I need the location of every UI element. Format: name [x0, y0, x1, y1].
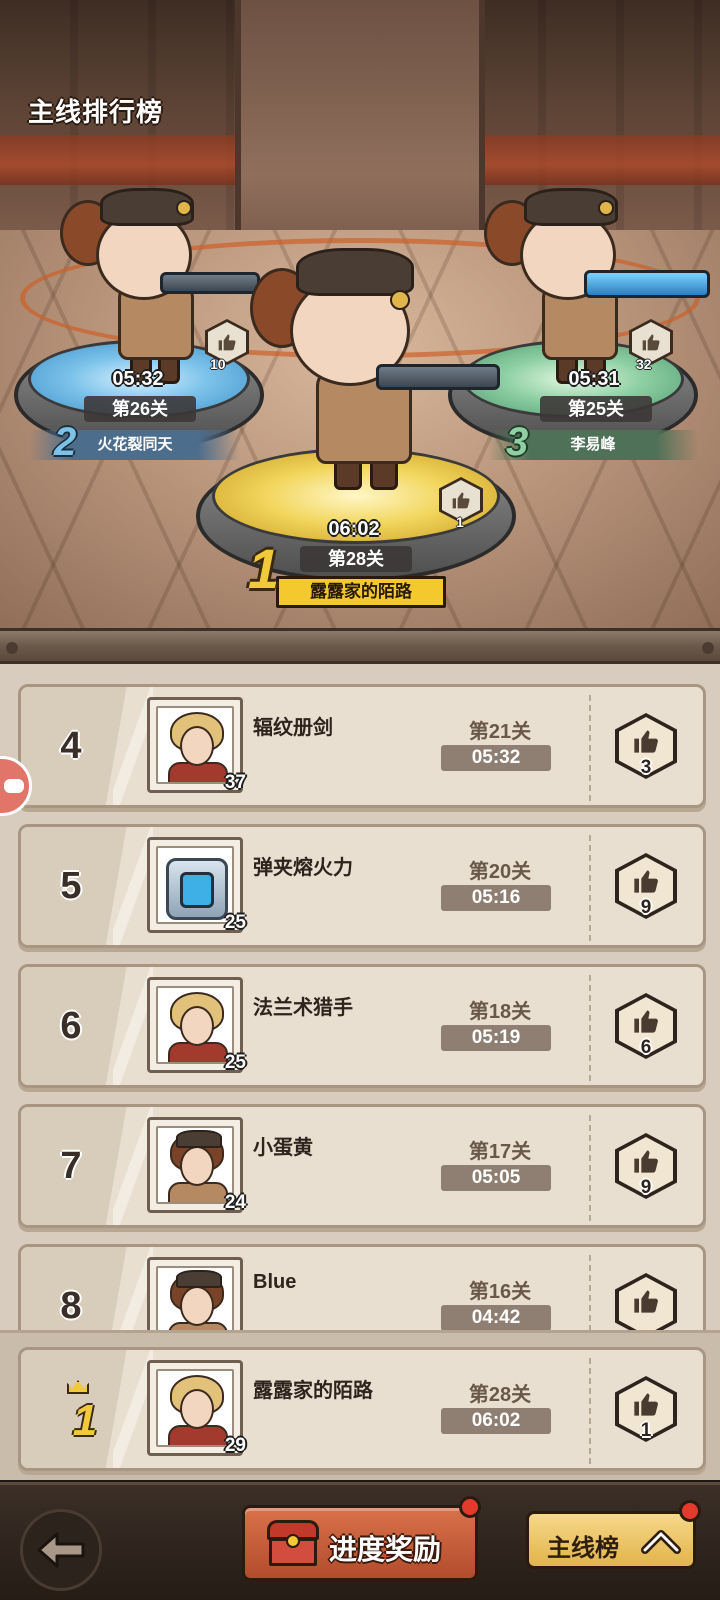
like-button[interactable]: 1 — [615, 1376, 677, 1442]
avatar[interactable]: 24 — [147, 1117, 246, 1213]
notification-dot — [459, 1496, 481, 1518]
rank-number: 8 — [60, 1285, 82, 1327]
rank-number: 7 — [60, 1145, 82, 1187]
stage-time: 05:32 — [441, 745, 551, 771]
stage-time: 05:19 — [441, 1025, 551, 1051]
podium-rank-number-2: 2 — [54, 420, 77, 464]
avatar-level: 25 — [224, 1052, 246, 1073]
back-arrow-icon — [37, 1532, 85, 1568]
progress-reward-label: 进度奖励 — [329, 1534, 442, 1565]
list-item[interactable]: 7 24 小蛋黄 第17关 05:05 9 — [18, 1104, 706, 1228]
mainline-rank-label: 主线榜 — [547, 1535, 619, 1562]
player-name: 辐纹册剑 — [253, 717, 333, 739]
rank-number: 4 — [60, 725, 82, 767]
podium-time-2: 05:32 — [112, 368, 164, 390]
avatar[interactable]: 25 — [147, 977, 246, 1073]
podium-level-3: 第25关 — [540, 396, 652, 422]
my-ranking-strip: 1 29 露露家的陌路 第28关 06:02 1 — [0, 1330, 720, 1480]
back-button[interactable] — [20, 1509, 102, 1591]
like-button[interactable]: 9 — [615, 853, 677, 919]
stage-time: 05:16 — [441, 885, 551, 911]
avatar-level: 25 — [224, 912, 246, 933]
player-name: 小蛋黄 — [253, 1137, 313, 1159]
avatar[interactable]: 25 — [147, 837, 246, 933]
thumbs-up-icon — [634, 1150, 658, 1173]
notification-dot — [679, 1500, 701, 1522]
avatar[interactable] — [147, 1257, 243, 1330]
progress-reward-button[interactable]: 进度奖励 — [242, 1496, 481, 1581]
thumbs-up-icon — [634, 870, 658, 893]
like-count: 3 — [640, 757, 652, 778]
thumbs-up-icon — [634, 1290, 658, 1313]
stage-time: 06:02 — [441, 1408, 551, 1434]
list-item[interactable]: 5 25 弹夹熔火力 第20关 05:16 9 — [18, 824, 706, 948]
like-count: 1 — [640, 1420, 652, 1441]
stage-level: 第21关 — [468, 721, 532, 743]
player-name: 法兰术猎手 — [253, 997, 353, 1019]
like-count: 9 — [640, 1177, 652, 1198]
thumbs-up-icon — [634, 730, 658, 753]
avatar[interactable]: 37 — [147, 697, 246, 793]
thumbs-up-icon — [634, 1393, 658, 1416]
divider — [589, 1115, 591, 1221]
bottom-bar: 进度奖励 主线榜 — [0, 1482, 720, 1600]
thumbs-up-icon — [634, 1010, 658, 1033]
like-button[interactable]: 9 — [615, 1133, 677, 1199]
rank-number: 5 — [60, 865, 82, 907]
thumbs-up-icon — [452, 492, 470, 509]
divider — [589, 1255, 591, 1330]
section-divider — [0, 628, 720, 664]
my-ranking-row[interactable]: 1 29 露露家的陌路 第28关 06:02 1 — [18, 1347, 706, 1471]
stage-level: 第17关 — [468, 1141, 532, 1163]
page-title: 主线排行榜 — [28, 97, 164, 127]
divider — [589, 835, 591, 941]
podium-rank-number-1: 1 — [248, 537, 280, 600]
stage-level: 第16关 — [468, 1281, 532, 1303]
rank-number: 6 — [60, 1005, 82, 1047]
like-button[interactable]: 3 — [615, 713, 677, 779]
divider — [589, 1358, 591, 1464]
mainline-rank-button[interactable]: 主线榜 — [526, 1500, 701, 1569]
like-button[interactable]: 6 — [615, 993, 677, 1059]
thumbs-up-icon — [642, 334, 660, 351]
podium-level-1: 第28关 — [300, 546, 412, 572]
treasure-chest-icon — [267, 1520, 319, 1566]
avatar-level: 37 — [224, 772, 246, 793]
podium-likes-1: 1 — [456, 514, 464, 530]
like-count: 6 — [640, 1037, 652, 1058]
list-item[interactable]: 6 25 法兰术猎手 第18关 05:19 6 — [18, 964, 706, 1088]
list-item[interactable]: 8 Blue 第16关 04:42 — [18, 1244, 706, 1330]
player-name: 露露家的陌路 — [253, 1380, 373, 1402]
like-button[interactable] — [615, 1273, 677, 1330]
like-count: 9 — [640, 897, 652, 918]
avatar[interactable]: 29 — [147, 1360, 246, 1456]
stage-level: 第28关 — [468, 1384, 532, 1406]
podium-stage: 主线排行榜 10 05:32 第26关 火花裂同天 2 32 05:31 第25… — [0, 0, 720, 630]
podium-name-1: 露露家的陌路 — [276, 576, 446, 608]
podium-level-2: 第26关 — [84, 396, 196, 422]
chevron-up-icon — [641, 1530, 681, 1554]
stage-time: 05:05 — [441, 1165, 551, 1191]
podium-character-1 — [250, 240, 510, 520]
podium-time-1: 06:02 — [328, 518, 380, 540]
player-name: 弹夹熔火力 — [253, 857, 353, 879]
my-rank-number: 1 — [72, 1396, 98, 1445]
avatar-level: 29 — [224, 1435, 246, 1456]
stage-level: 第18关 — [468, 1001, 532, 1023]
podium-rank-1[interactable]: 1 06:02 第28关 露露家的陌路 1 — [190, 240, 530, 610]
podium-time-3: 05:31 — [568, 368, 620, 390]
gamepad-icon — [4, 779, 24, 793]
ranking-list[interactable]: 4 37 辐纹册剑 第21关 05:32 3 5 25 弹夹熔火力 第20关 0… — [0, 664, 720, 1330]
divider — [589, 975, 591, 1081]
avatar-level: 24 — [224, 1192, 246, 1213]
divider — [589, 695, 591, 801]
stage-time: 04:42 — [441, 1305, 551, 1330]
stage-level: 第20关 — [468, 861, 532, 883]
player-name: Blue — [253, 1271, 297, 1293]
list-item[interactable]: 4 37 辐纹册剑 第21关 05:32 3 — [18, 684, 706, 808]
